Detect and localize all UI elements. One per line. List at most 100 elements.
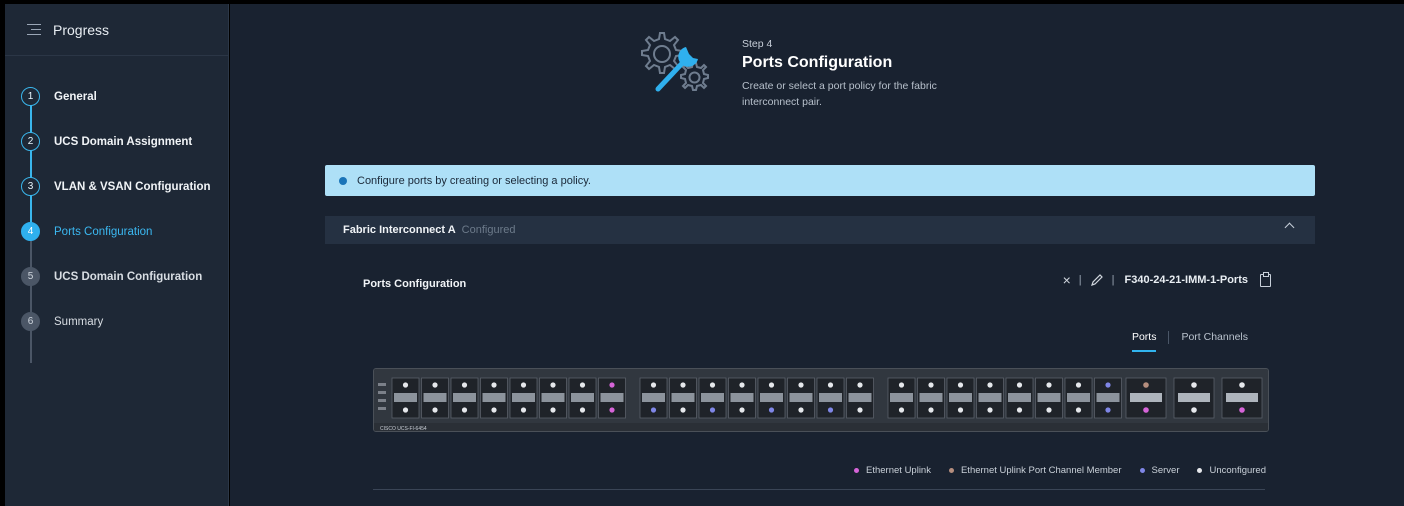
port-status-dot — [1239, 382, 1245, 388]
section-divider — [373, 489, 1265, 490]
page-description: Create or select a port policy for the f… — [742, 80, 937, 108]
port-status-dot — [520, 407, 527, 413]
port-status-dot — [680, 407, 686, 413]
port-status-dot — [550, 407, 556, 413]
port-connector — [541, 393, 565, 402]
port-status-dot — [491, 407, 497, 413]
port-status-dot — [987, 407, 993, 413]
port-status-dot — [650, 382, 657, 388]
port-status-dot — [650, 407, 657, 413]
port-status-dot — [432, 407, 438, 413]
port-status-dot — [928, 382, 934, 388]
status-led — [378, 407, 386, 410]
fabric-status: Configured — [461, 224, 516, 236]
legend-item: Server — [1139, 465, 1180, 476]
pencil-icon[interactable] — [1090, 273, 1104, 287]
port-status-dot — [709, 382, 716, 388]
list-collapse-icon[interactable] — [27, 23, 41, 36]
port-connector — [394, 393, 417, 402]
step-label: UCS Domain Assignment — [54, 135, 193, 148]
step-summary[interactable]: 6 Summary — [5, 299, 228, 344]
qsfp-connector — [1178, 393, 1210, 402]
port-status-dot — [739, 382, 745, 388]
port-status-dot — [1239, 407, 1245, 413]
port-status-dot — [709, 407, 716, 413]
port-connector — [789, 393, 813, 402]
legend-label: Ethernet Uplink Port Channel Member — [960, 465, 1122, 476]
chevron-up-icon[interactable] — [1284, 222, 1295, 233]
port-connector — [671, 393, 695, 402]
port-status-dot — [402, 407, 409, 413]
port-connector — [848, 393, 872, 402]
info-icon — [339, 176, 347, 185]
progress-line-done — [30, 93, 32, 228]
port-status-dot — [402, 382, 409, 388]
step-label: Ports Configuration — [54, 225, 153, 238]
port-status-dot — [520, 382, 527, 388]
port-status-dot — [432, 382, 438, 388]
progress-title: Progress — [53, 21, 110, 38]
page-title: Ports Configuration — [742, 54, 893, 71]
divider: | — [1078, 274, 1082, 286]
port-status-dot — [739, 407, 745, 413]
port-connector — [978, 393, 1002, 402]
port-status-dot — [798, 382, 804, 388]
step-ports-configuration[interactable]: 4 Ports Configuration — [5, 209, 228, 254]
port-status-dot — [1016, 407, 1023, 413]
port-status-dot — [1075, 382, 1082, 388]
step-number: 1 — [21, 87, 40, 106]
switch-front-panel: CISCO UCS-FI-6454 — [373, 368, 1269, 432]
port-connector — [819, 393, 842, 402]
port-status-dot — [1191, 407, 1197, 413]
port-status-dot — [609, 382, 615, 388]
step-number: 2 — [21, 132, 40, 151]
port-connector — [453, 393, 476, 402]
ports-tabs: Ports Port Channels — [1131, 331, 1248, 352]
port-connector — [642, 393, 665, 402]
port-status-dot — [609, 407, 615, 413]
port-status-dot — [768, 407, 775, 413]
port-status-dot — [768, 382, 775, 388]
port-status-dot — [1046, 407, 1052, 413]
close-icon[interactable]: × — [1063, 272, 1071, 288]
step-number: 6 — [21, 312, 40, 331]
main-content: Step 4 Ports Configuration Create or sel… — [230, 4, 1404, 506]
tab-ports[interactable]: Ports — [1131, 331, 1157, 352]
port-connector — [701, 393, 724, 402]
switch-model-label: CISCO UCS-FI-6454 — [380, 426, 427, 432]
port-connector — [600, 393, 624, 402]
fabric-name: Fabric Interconnect A — [343, 224, 456, 236]
port-connector — [512, 393, 535, 402]
port-status-dot — [491, 382, 497, 388]
step-vlan-vsan-configuration[interactable]: 3 VLAN & VSAN Configuration — [5, 164, 228, 209]
port-connector — [482, 393, 506, 402]
legend-label: Server — [1151, 465, 1180, 476]
port-connector — [1008, 393, 1031, 402]
tab-port-channels[interactable]: Port Channels — [1181, 331, 1248, 350]
legend-label: Unconfigured — [1209, 465, 1266, 476]
step-number: 5 — [21, 267, 40, 286]
port-status-dot — [1075, 407, 1082, 413]
port-status-dot — [1105, 382, 1111, 388]
port-policy-selector: × | | F340-24-21-IMM-1-Ports — [1063, 271, 1271, 288]
step-label: General — [54, 90, 97, 103]
legend-dot — [1197, 468, 1203, 473]
port-status-dot — [857, 407, 863, 413]
step-label: VLAN & VSAN Configuration — [54, 180, 211, 193]
port-status-dot — [857, 382, 863, 388]
port-connector — [890, 393, 913, 402]
port-status-dot — [1143, 382, 1149, 388]
progress-header: Progress — [5, 4, 228, 56]
tab-divider — [1168, 331, 1170, 344]
step-ucs-domain-configuration[interactable]: 5 UCS Domain Configuration — [5, 254, 228, 299]
step-general[interactable]: 1 General — [5, 74, 228, 119]
info-banner: Configure ports by creating or selecting… — [325, 165, 1315, 196]
port-status-dot — [957, 407, 964, 413]
clipboard-icon[interactable] — [1260, 271, 1271, 287]
progress-steps: 1 General 2 UCS Domain Assignment 3 VLAN… — [5, 56, 228, 363]
port-status-dot — [461, 382, 468, 388]
fabric-interconnect-a-header[interactable]: Fabric Interconnect A Configured — [325, 216, 1315, 244]
step-ucs-domain-assignment[interactable]: 2 UCS Domain Assignment — [5, 119, 228, 164]
legend-item: Unconfigured — [1197, 465, 1266, 476]
port-connector — [949, 393, 972, 402]
